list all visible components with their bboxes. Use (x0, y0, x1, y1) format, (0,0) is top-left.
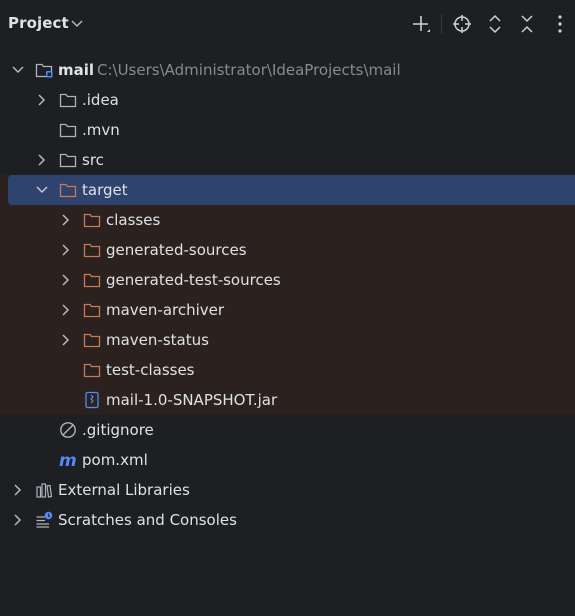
chevron-right-icon[interactable] (58, 272, 74, 288)
excluded-folder-icon (83, 243, 101, 258)
chevron-down-icon[interactable] (10, 62, 26, 78)
tree-label-jar: mail-1.0-SNAPSHOT.jar (106, 391, 278, 409)
excluded-folder-icon (83, 303, 101, 318)
tree-row-generated-test-sources[interactable]: generated-test-sources (0, 265, 575, 295)
library-icon (36, 483, 53, 498)
folder-icon (59, 153, 77, 168)
project-title[interactable]: Project (8, 14, 69, 32)
chevron-right-icon[interactable] (34, 92, 50, 108)
chevron-right-icon[interactable] (58, 242, 74, 258)
tree-row-generated-sources[interactable]: generated-sources (0, 235, 575, 265)
chevron-down-icon[interactable] (70, 15, 84, 33)
tree-row-src[interactable]: src (0, 145, 575, 175)
tree-label-gitignore: .gitignore (82, 421, 154, 439)
project-header: Project (0, 0, 575, 48)
tree-row-test-classes[interactable]: test-classes (0, 355, 575, 385)
tree-row-external-libraries[interactable]: External Libraries (0, 475, 575, 505)
project-path: C:\Users\Administrator\IdeaProjects\mail (97, 61, 401, 79)
tree-row-maven-status[interactable]: maven-status (0, 325, 575, 355)
tree-row-idea[interactable]: .idea (0, 85, 575, 115)
tree-row-scratches[interactable]: Scratches and Consoles (0, 505, 575, 535)
tree-label-maven-status: maven-status (106, 331, 209, 349)
tree-label-scratches: Scratches and Consoles (58, 511, 237, 529)
collapse-icon (521, 15, 533, 33)
tree-label-classes: classes (106, 211, 161, 229)
tree-row-maven-archiver[interactable]: maven-archiver (0, 295, 575, 325)
chevron-down-icon[interactable] (34, 182, 50, 198)
tree-label-src: src (82, 151, 104, 169)
excluded-folder-icon (83, 363, 101, 378)
chevron-right-icon[interactable] (34, 152, 50, 168)
tree-row-target[interactable]: target (0, 175, 575, 205)
tree-row-mail[interactable]: mail C:\Users\Administrator\IdeaProjects… (0, 55, 575, 85)
more-vertical-icon (558, 15, 562, 33)
chevron-right-icon[interactable] (10, 482, 26, 498)
tree-label-mail: mail (58, 61, 95, 79)
tree-label-pom: pom.xml (82, 451, 148, 469)
locate-button[interactable] (450, 12, 474, 36)
maven-icon: m (59, 451, 77, 469)
excluded-folder-icon (59, 183, 77, 198)
tree-row-gitignore[interactable]: .gitignore (0, 415, 575, 445)
expand-icon (489, 14, 501, 34)
folder-icon (59, 123, 77, 138)
module-folder-icon (35, 63, 53, 78)
chevron-right-icon[interactable] (58, 332, 74, 348)
tree-row-pom[interactable]: m pom.xml (0, 445, 575, 475)
tree-label-idea: .idea (82, 91, 119, 109)
chevron-right-icon[interactable] (58, 302, 74, 318)
collapse-all-button[interactable] (515, 12, 539, 36)
excluded-folder-icon (83, 333, 101, 348)
project-tool-window: Project mail C:\Users\Administrator\Idea… (0, 0, 575, 616)
tree-label-generated-sources: generated-sources (106, 241, 247, 259)
expand-all-button[interactable] (483, 12, 507, 36)
plus-icon (413, 16, 430, 32)
svg-text:m: m (59, 451, 77, 469)
ignore-file-icon (60, 422, 76, 438)
tree-row-jar[interactable]: mail-1.0-SNAPSHOT.jar (0, 385, 575, 415)
tree-label-mvn: .mvn (82, 121, 120, 139)
scratches-icon (36, 511, 53, 528)
tree-label-maven-archiver: maven-archiver (106, 301, 225, 319)
excluded-folder-icon (83, 273, 101, 288)
tree-label-generated-test-sources: generated-test-sources (106, 271, 281, 289)
archive-file-icon (85, 391, 99, 409)
tree-label-external-libraries: External Libraries (58, 481, 190, 499)
crosshair-icon (453, 15, 471, 33)
folder-icon (59, 93, 77, 108)
excluded-folder-icon (83, 213, 101, 228)
chevron-right-icon[interactable] (10, 512, 26, 528)
project-tree: mail C:\Users\Administrator\IdeaProjects… (0, 55, 575, 535)
tree-label-target: target (82, 181, 128, 199)
add-button[interactable] (409, 12, 433, 36)
tree-row-mvn[interactable]: .mvn (0, 115, 575, 145)
chevron-right-icon[interactable] (58, 212, 74, 228)
tree-label-test-classes: test-classes (106, 361, 195, 379)
tree-row-classes[interactable]: classes (0, 205, 575, 235)
options-button[interactable] (548, 12, 572, 36)
header-separator (441, 14, 442, 34)
